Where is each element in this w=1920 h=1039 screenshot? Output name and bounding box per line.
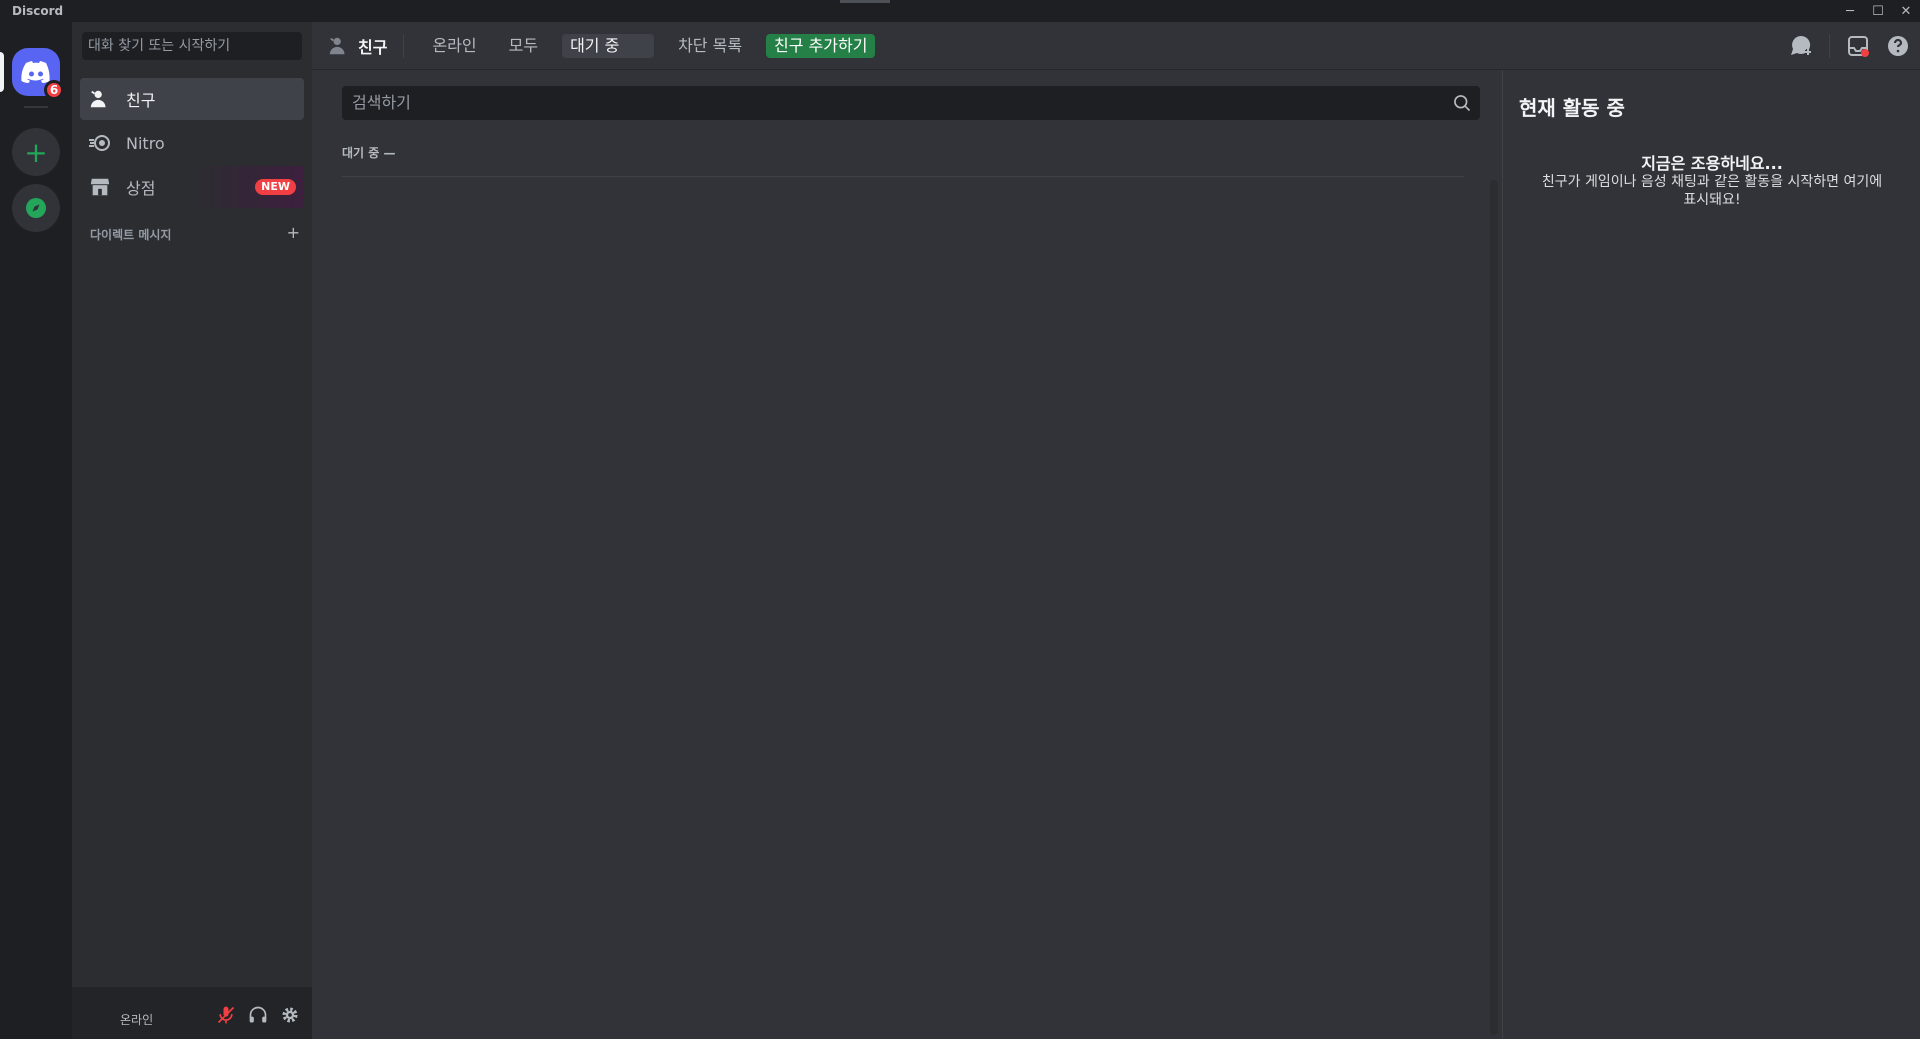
toolbar-divider bbox=[1829, 34, 1830, 58]
friends-header: 친구 온라인 모두 대기 중 차단 목록 친구 추가하기 bbox=[312, 22, 1920, 70]
titlebar-notch bbox=[840, 0, 890, 3]
maximize-icon[interactable]: ☐ bbox=[1864, 0, 1892, 22]
friends-search-input[interactable]: 검색하기 bbox=[342, 86, 1480, 120]
discord-logo-icon bbox=[21, 61, 50, 83]
window-controls: ─ ☐ ✕ bbox=[1836, 0, 1920, 22]
active-now-title: 현재 활동 중 bbox=[1519, 96, 1625, 120]
rail-separator bbox=[24, 106, 48, 108]
sidebar-item-label: 상점 bbox=[126, 179, 156, 198]
headphones-icon bbox=[249, 1006, 267, 1023]
pending-section-label: 대기 중 — bbox=[342, 146, 396, 160]
add-server-button[interactable]: + bbox=[12, 128, 60, 176]
home-button[interactable]: 6 bbox=[12, 48, 64, 100]
inbox-icon bbox=[1848, 36, 1869, 57]
header-toolbar bbox=[1773, 34, 1910, 58]
help-icon bbox=[1888, 36, 1908, 56]
shop-icon bbox=[88, 175, 112, 199]
deafen-button[interactable] bbox=[242, 999, 274, 1031]
friends-icon bbox=[328, 35, 350, 57]
new-group-dm-icon bbox=[1791, 35, 1811, 55]
add-friend-button[interactable]: 친구 추가하기 bbox=[766, 33, 876, 58]
gear-icon bbox=[282, 1007, 298, 1023]
tab-pending[interactable]: 대기 중 bbox=[562, 33, 655, 58]
user-status: 온라인 bbox=[120, 1013, 154, 1027]
rail-selected-indicator bbox=[0, 52, 4, 92]
friends-main: 검색하기 대기 중 — bbox=[312, 70, 1502, 1039]
new-group-dm-button[interactable] bbox=[1789, 34, 1813, 58]
user-settings-button[interactable] bbox=[274, 999, 306, 1031]
help-button[interactable] bbox=[1886, 34, 1910, 58]
inbox-button[interactable] bbox=[1846, 34, 1870, 58]
explore-servers-button[interactable] bbox=[12, 184, 60, 232]
search-icon bbox=[1452, 93, 1472, 118]
tab-all[interactable]: 모두 bbox=[501, 34, 546, 58]
mute-mic-button[interactable] bbox=[210, 999, 242, 1031]
nitro-icon bbox=[88, 131, 112, 155]
plus-icon: + bbox=[24, 135, 48, 169]
sidebar-item-label: Nitro bbox=[126, 133, 165, 153]
create-dm-button[interactable]: + bbox=[287, 223, 300, 243]
search-placeholder: 검색하기 bbox=[352, 93, 411, 112]
sidebar-item-label: 친구 bbox=[126, 91, 156, 110]
minimize-icon[interactable]: ─ bbox=[1836, 0, 1864, 22]
mic-muted-icon bbox=[217, 1006, 235, 1024]
dm-search-input[interactable]: 대화 찾기 또는 시작하기 bbox=[82, 32, 302, 60]
user-panel: 온라인 bbox=[72, 987, 312, 1039]
scrollbar-track[interactable] bbox=[1490, 180, 1498, 1035]
window-titlebar: Discord ─ ☐ ✕ bbox=[0, 0, 1920, 22]
tab-online[interactable]: 온라인 bbox=[424, 34, 484, 58]
sidebar-item-friends[interactable]: 친구 bbox=[80, 78, 304, 120]
compass-icon bbox=[26, 198, 46, 218]
sidebar-item-nitro[interactable]: Nitro bbox=[80, 122, 304, 164]
close-icon[interactable]: ✕ bbox=[1892, 0, 1920, 22]
new-badge: NEW bbox=[255, 179, 296, 195]
active-now-empty-title: 지금은 조용하네요... bbox=[1641, 154, 1783, 173]
section-divider bbox=[342, 176, 1464, 177]
friends-icon bbox=[88, 87, 112, 111]
dm-section-header: 다이렉트 메시지 + bbox=[90, 223, 300, 243]
dm-nav: 친구 Nitro 상점 NEW bbox=[80, 78, 304, 210]
active-now-panel: 현재 활동 중 지금은 조용하네요... 친구가 게임이나 음성 채팅과 같은 … bbox=[1502, 70, 1920, 1039]
server-rail: 6 + bbox=[0, 22, 72, 1039]
page-title: 친구 bbox=[358, 37, 388, 57]
user-controls bbox=[210, 999, 306, 1031]
dm-sidebar: 대화 찾기 또는 시작하기 친구 Nitro 상점 NEW 다이렉트 메시지 +… bbox=[72, 22, 312, 1039]
header-divider bbox=[403, 33, 405, 58]
app-title: Discord bbox=[12, 4, 64, 18]
active-now-empty-desc: 친구가 게임이나 음성 채팅과 같은 활동을 시작하면 여기에 표시돼요! bbox=[1541, 174, 1883, 208]
tab-blocked[interactable]: 차단 목록 bbox=[670, 34, 750, 58]
sidebar-item-shop[interactable]: 상점 NEW bbox=[80, 166, 304, 208]
dm-header-label: 다이렉트 메시지 bbox=[90, 228, 172, 242]
notification-badge: 6 bbox=[44, 80, 64, 100]
